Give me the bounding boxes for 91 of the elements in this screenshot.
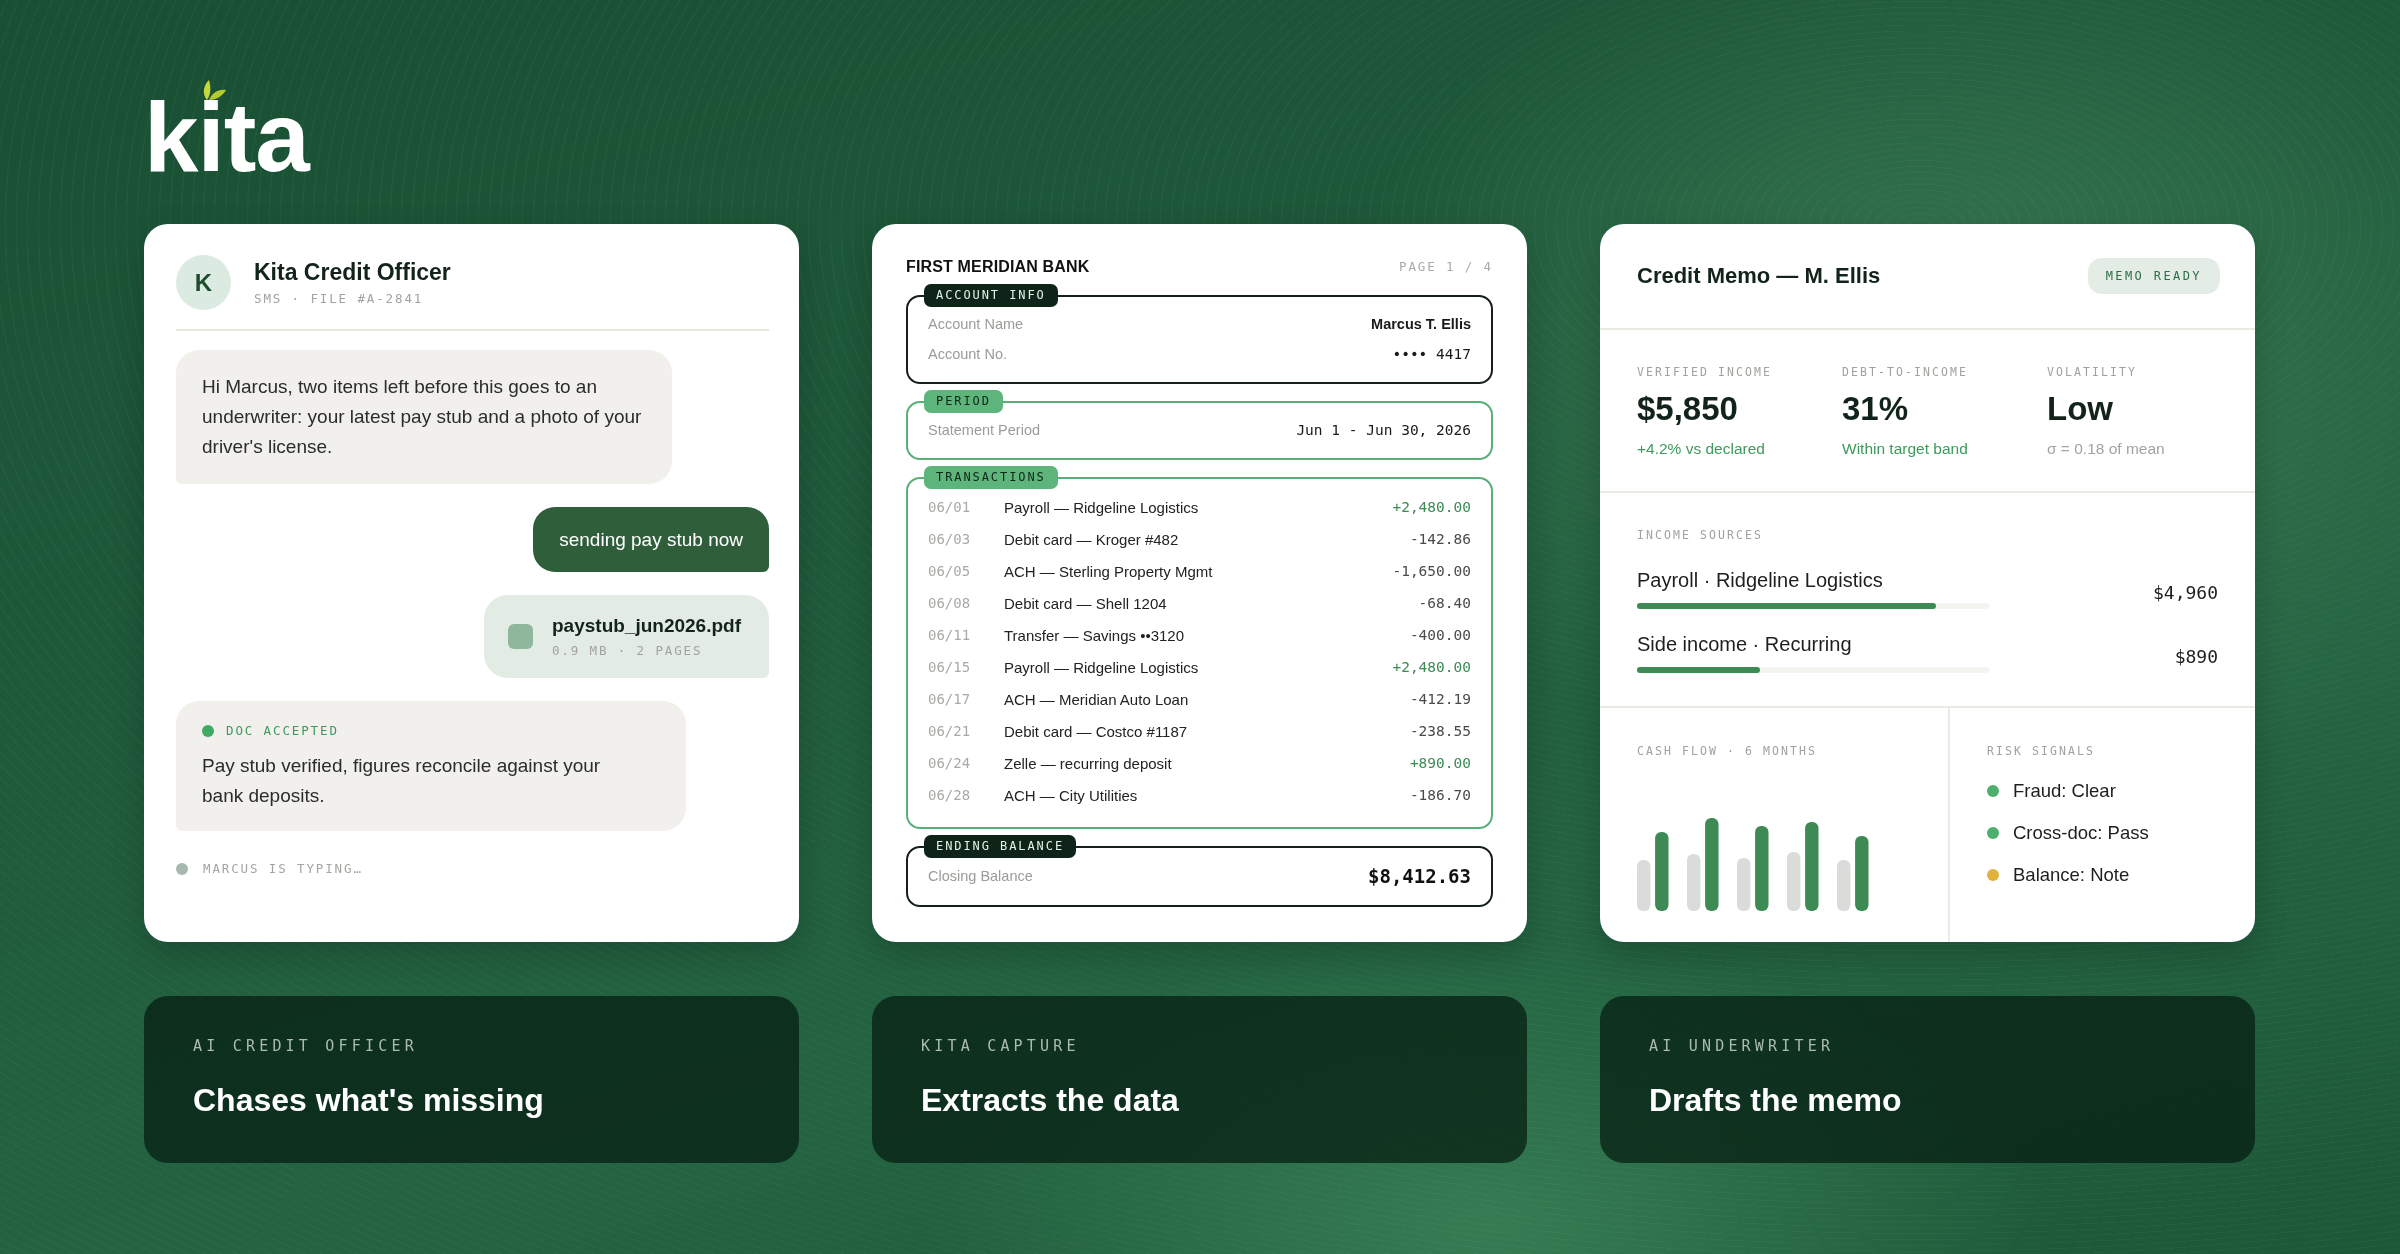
file-icon xyxy=(508,624,533,649)
transaction-date: 06/08 xyxy=(928,595,972,611)
risk-signal-label: Balance: Note xyxy=(2013,864,2130,886)
income-source-name: Side income · Recurring xyxy=(1637,632,1853,656)
memo-title: Credit Memo — M. Ellis xyxy=(1637,263,1881,289)
status-dot-icon xyxy=(202,725,214,737)
income-amount: $890 xyxy=(2174,646,2218,667)
metric-label: VOLATILITY xyxy=(2047,364,2138,380)
transaction-date: 06/11 xyxy=(928,627,972,643)
transaction-amount: +2,480.00 xyxy=(1392,659,1471,675)
field-value: Jun 1 - Jun 30, 2026 xyxy=(1296,422,1471,438)
section-tag: ACCOUNT INFO xyxy=(924,284,1058,307)
transaction-description: Zelle — recurring deposit xyxy=(1004,754,1173,772)
transaction-date: 06/28 xyxy=(928,787,972,803)
section-tag: TRANSACTIONS xyxy=(924,466,1058,489)
section-tag: ENDING BALANCE xyxy=(924,835,1077,858)
typing-indicator: MARCUS IS TYPING… xyxy=(203,861,363,877)
transaction-amount: -1,650.00 xyxy=(1392,563,1471,579)
transaction-description: ACH — City Utilities xyxy=(1004,786,1139,804)
transaction-date: 06/05 xyxy=(928,563,972,579)
field-label: Account No. xyxy=(928,346,1007,362)
metric-note: Within target band xyxy=(1842,439,1969,459)
baseline-bar xyxy=(1687,854,1701,911)
typing-dot-icon xyxy=(176,863,188,875)
chat-title: Kita Credit Officer xyxy=(254,258,451,285)
transaction-amount: -68.40 xyxy=(1418,595,1471,611)
transaction-date: 06/03 xyxy=(928,531,972,547)
section-title: RISK SIGNALS xyxy=(1987,743,2096,759)
metric-note: σ = 0.18 of mean xyxy=(2047,439,2166,459)
transaction-description: Debit card — Costco #1187 xyxy=(1004,722,1189,740)
baseline-bar xyxy=(1837,860,1851,911)
transaction-description: Payroll — Ridgeline Logistics xyxy=(1004,498,1200,516)
baseline-bar xyxy=(1787,852,1801,911)
field-value: $8,412.63 xyxy=(1368,865,1471,887)
transaction-amount: -400.00 xyxy=(1409,627,1471,643)
transaction-description: Debit card — Kroger #482 xyxy=(1004,530,1180,548)
transaction-date: 06/24 xyxy=(928,755,972,771)
field-label: Closing Balance xyxy=(928,868,1033,884)
feature-eyebrow: AI CREDIT OFFICER xyxy=(193,1037,419,1055)
feature-title: Chases what's missing xyxy=(193,1081,545,1120)
chat-subtitle: SMS · FILE #A-2841 xyxy=(254,290,425,307)
metric-label: VERIFIED INCOME xyxy=(1637,364,1773,380)
bank-name: FIRST MERIDIAN BANK xyxy=(906,258,1090,276)
income-amount: $4,960 xyxy=(2152,582,2218,603)
transaction-amount: -412.19 xyxy=(1409,691,1471,707)
transaction-description: ACH — Meridian Auto Loan xyxy=(1004,690,1190,708)
transaction-date: 06/17 xyxy=(928,691,972,707)
transaction-description: Debit card — Shell 1204 xyxy=(1004,594,1168,612)
metric-label: DEBT-TO-INCOME xyxy=(1842,364,1969,380)
field-label: Account Name xyxy=(928,316,1024,332)
baseline-bar xyxy=(1637,860,1651,911)
transaction-date: 06/01 xyxy=(928,499,972,515)
section-tag: PERIOD xyxy=(924,390,1003,413)
transaction-amount: -142.86 xyxy=(1409,531,1471,547)
feature-title: Drafts the memo xyxy=(1649,1081,1903,1120)
metric-value: Low xyxy=(2047,390,2114,428)
file-attachment[interactable]: paystub_jun2026.pdf 0.9 MB · 2 PAGES xyxy=(484,595,769,678)
message-bubble: Hi Marcus, two items left before this goes to an underwriter: your latest pay stub and a photo of your driver's license. xyxy=(176,350,672,484)
logo-wordmark: kita xyxy=(144,100,309,174)
transaction-description: Payroll — Ridgeline Logistics xyxy=(1004,658,1200,676)
message-bubble: sending pay stub now xyxy=(533,507,769,572)
field-label: Statement Period xyxy=(928,422,1041,438)
transaction-amount: -238.55 xyxy=(1409,723,1471,739)
transaction-description: ACH — Sterling Property Mgmt xyxy=(1004,562,1214,580)
field-value: •••• 4417 xyxy=(1392,346,1471,362)
transaction-amount: +890.00 xyxy=(1409,755,1471,771)
transaction-amount: -186.70 xyxy=(1409,787,1471,803)
page-indicator: PAGE 1 / 4 xyxy=(1399,259,1493,275)
transaction-date: 06/21 xyxy=(928,723,972,739)
transaction-description: Transfer — Savings ••3120 xyxy=(1004,626,1186,644)
feature-title: Extracts the data xyxy=(921,1081,1180,1120)
risk-signal-label: Fraud: Clear xyxy=(2013,780,2116,802)
status-badge: MEMO READY xyxy=(2087,258,2220,294)
transaction-date: 06/15 xyxy=(928,659,972,675)
metric-note: +4.2% vs declared xyxy=(1637,439,1766,459)
feature-eyebrow: AI UNDERWRITER xyxy=(1649,1037,1836,1055)
metric-value: 31% xyxy=(1842,390,1910,428)
feature-eyebrow: KITA CAPTURE xyxy=(921,1037,1081,1055)
section-title: INCOME SOURCES xyxy=(1637,527,1764,543)
risk-signal-label: Cross-doc: Pass xyxy=(2013,822,2149,844)
file-meta: 0.9 MB · 2 PAGES xyxy=(552,643,704,659)
message-text: Pay stub verified, figures reconcile against your bank deposits. xyxy=(202,754,602,808)
file-name: paystub_jun2026.pdf xyxy=(552,614,741,637)
status-label: DOC ACCEPTED xyxy=(226,723,339,739)
transaction-amount: +2,480.00 xyxy=(1392,499,1471,515)
metric-value: $5,850 xyxy=(1637,390,1739,428)
baseline-bar xyxy=(1737,858,1751,911)
income-source-name: Payroll · Ridgeline Logistics xyxy=(1637,568,1884,592)
field-value: Marcus T. Ellis xyxy=(1371,316,1471,332)
section-title: CASH FLOW · 6 MONTHS xyxy=(1637,743,1818,759)
avatar-initial: K xyxy=(176,255,231,310)
